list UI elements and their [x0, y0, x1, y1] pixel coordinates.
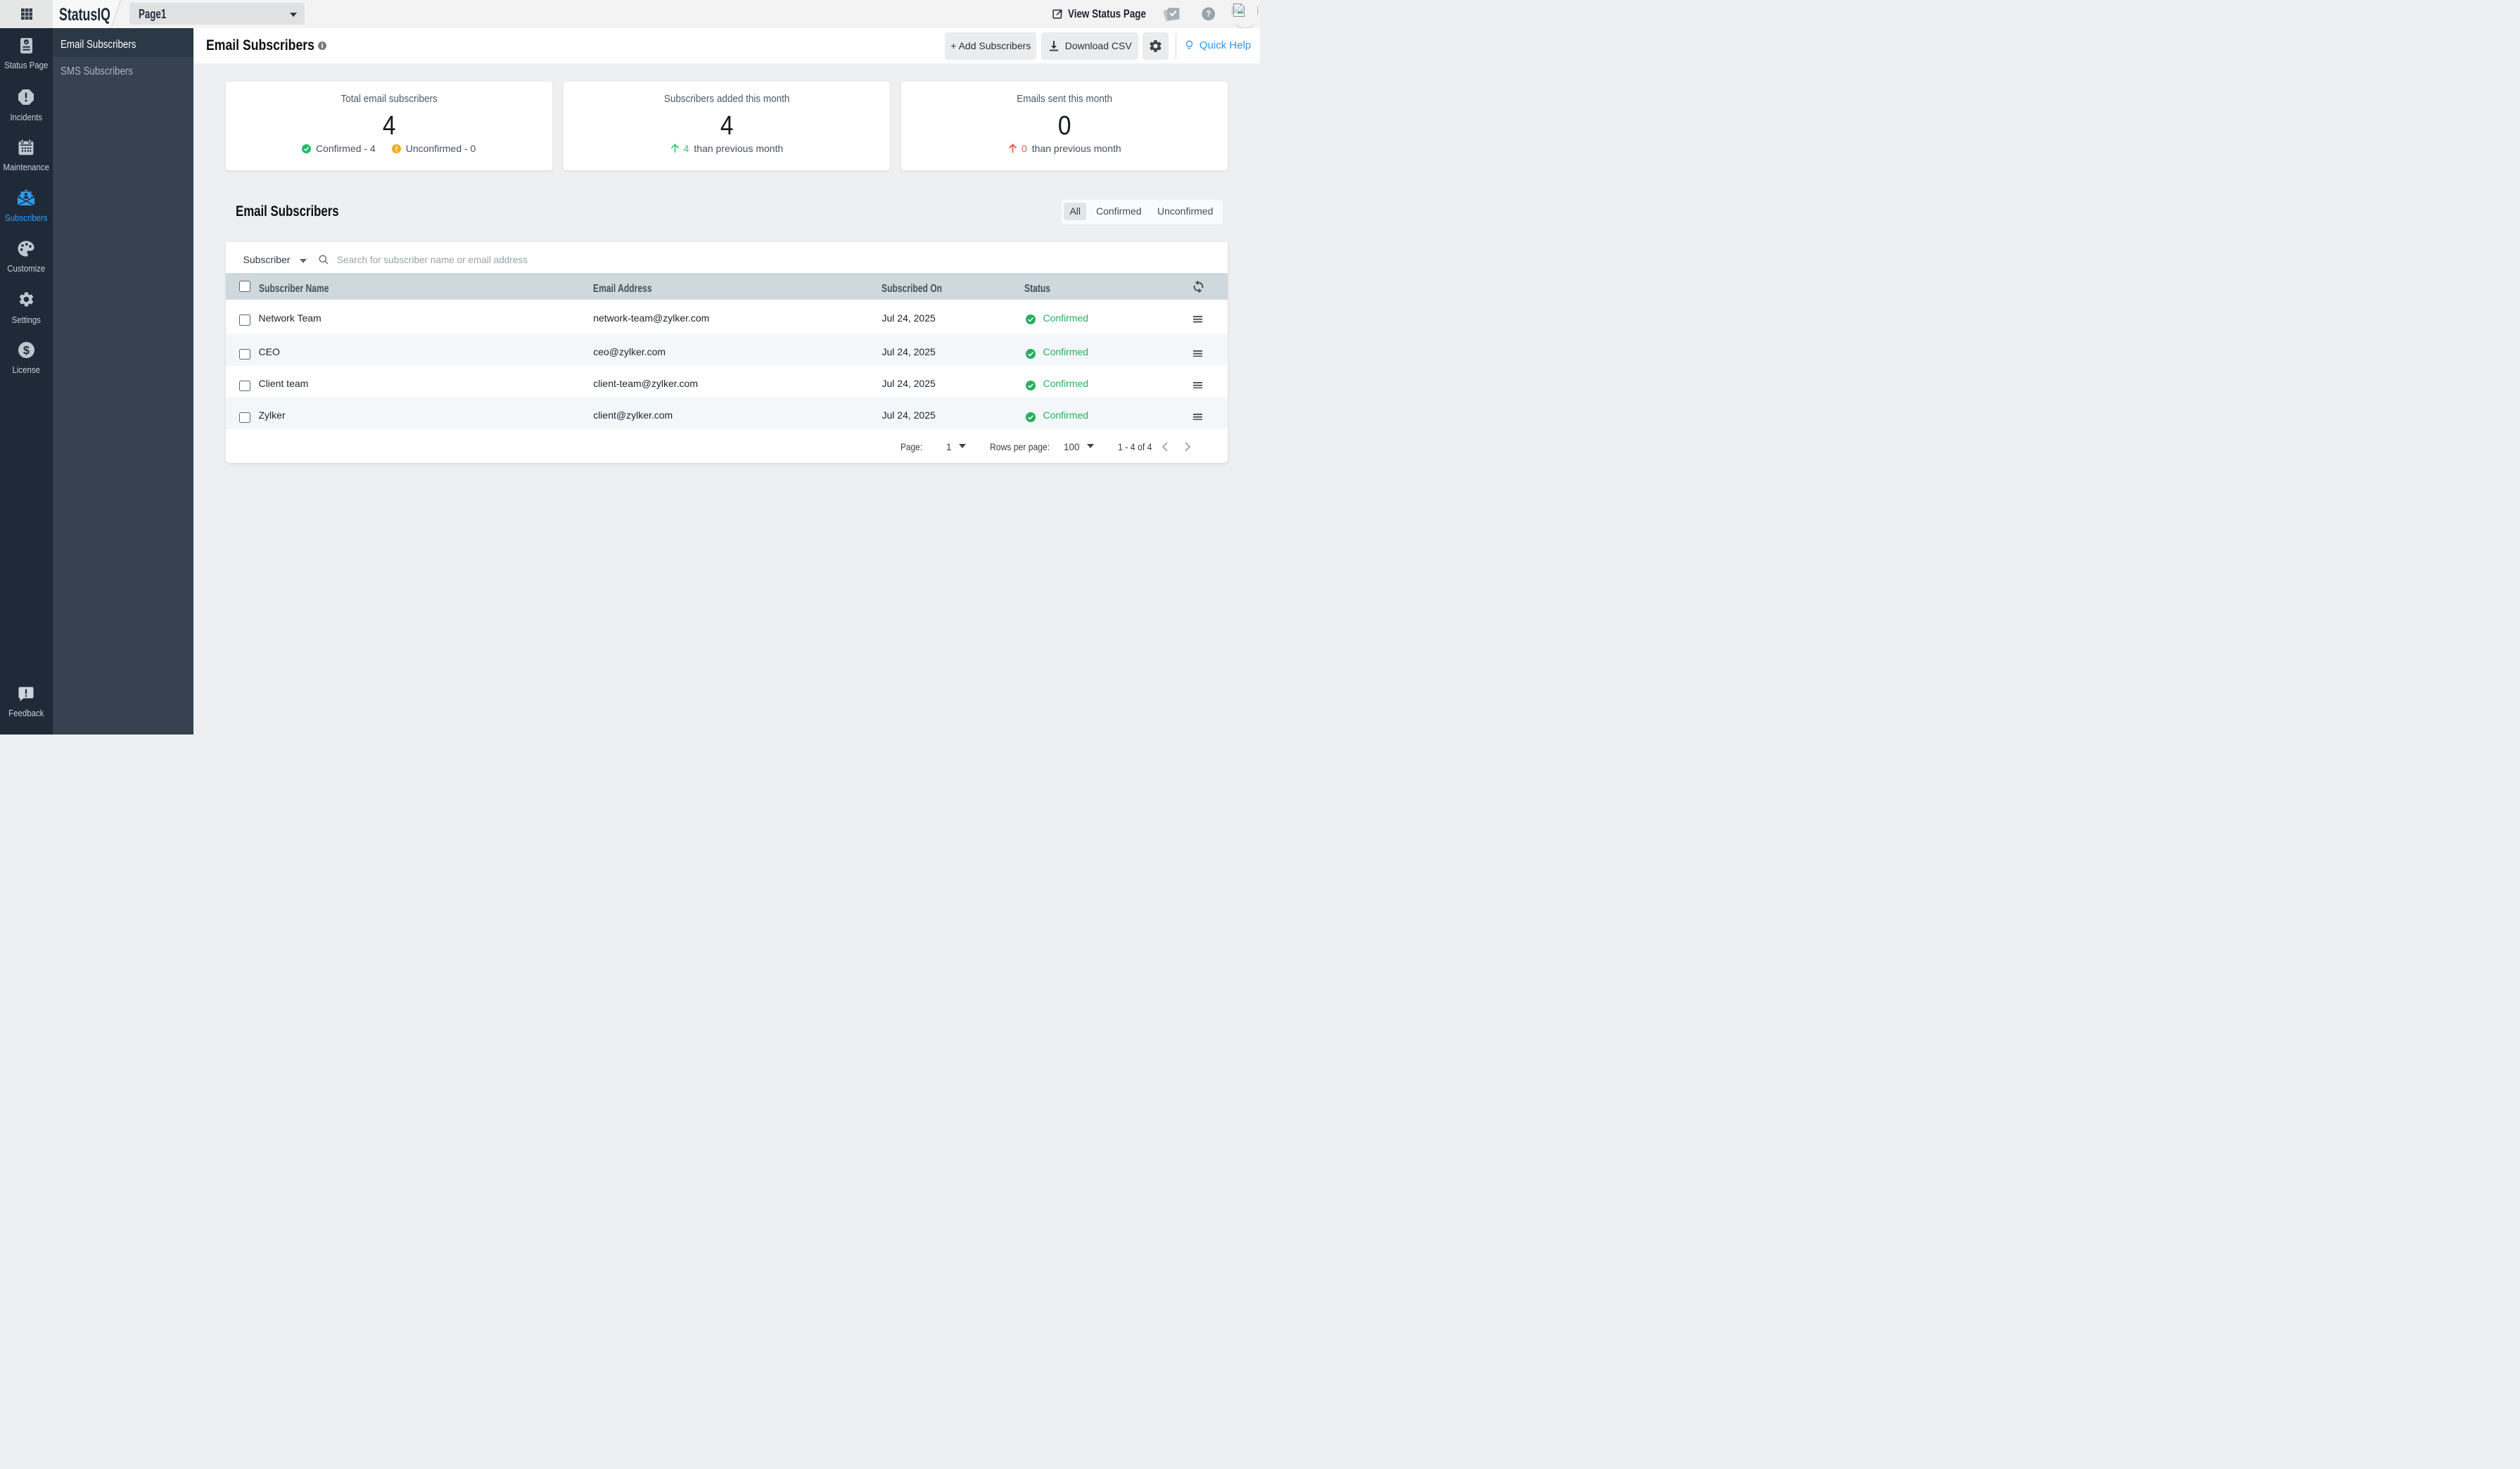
svg-text:?: ?: [1206, 10, 1211, 19]
svg-text:$: $: [23, 344, 30, 357]
